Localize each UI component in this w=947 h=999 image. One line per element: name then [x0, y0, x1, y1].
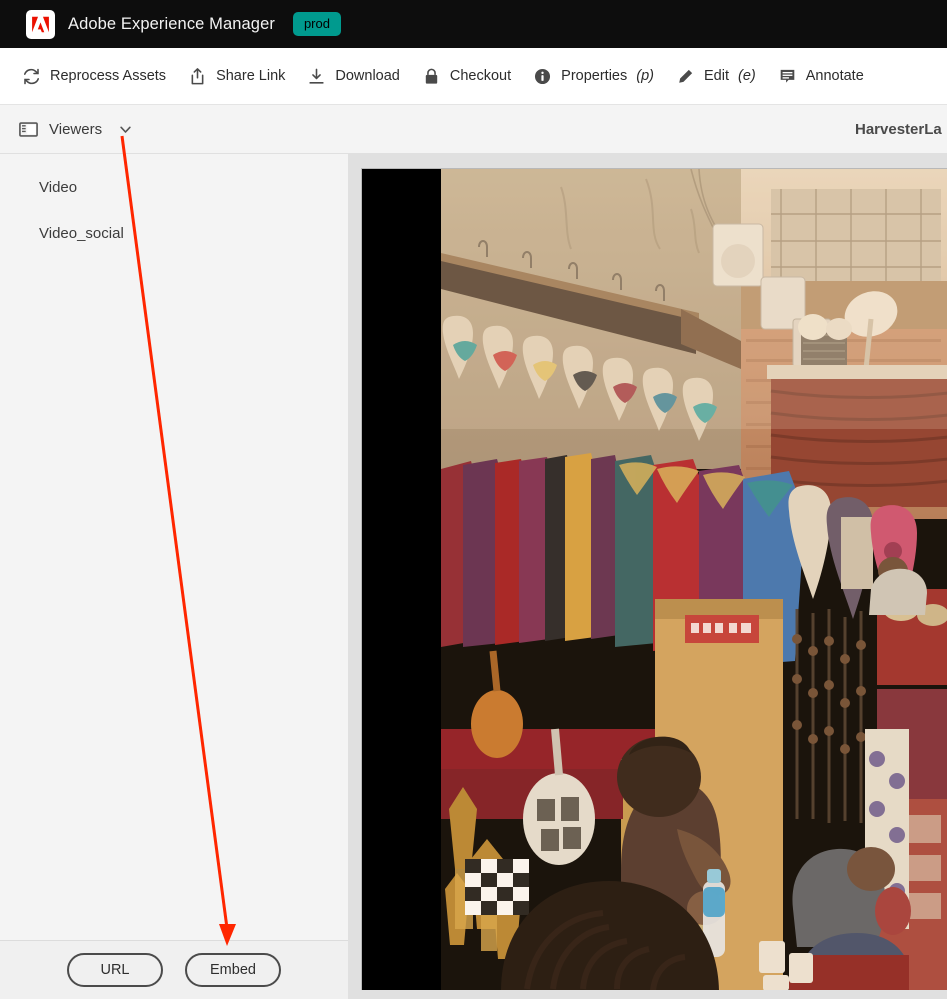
- product-title: Adobe Experience Manager: [68, 14, 275, 33]
- checkout-button[interactable]: Checkout: [411, 48, 522, 104]
- properties-button[interactable]: Properties (p): [522, 48, 665, 104]
- edit-button[interactable]: Edit (e): [665, 48, 767, 104]
- video-preview-frame[interactable]: [361, 168, 947, 990]
- viewers-dropdown[interactable]: Viewers: [18, 119, 133, 140]
- chevron-down-icon[interactable]: [118, 122, 133, 137]
- viewer-preset-panel: Video Video_social URL Embed: [0, 154, 348, 999]
- toolbar-shortcut: (e): [737, 68, 756, 84]
- share-icon: [188, 67, 207, 86]
- toolbar-label: Checkout: [449, 68, 512, 84]
- toolbar-label: Download: [335, 68, 400, 84]
- share-link-button[interactable]: Share Link: [177, 48, 296, 104]
- viewer-selector-bar: Viewers HarvesterLa: [0, 105, 947, 154]
- annotate-button[interactable]: Annotate: [767, 48, 875, 104]
- toolbar-label: Share Link: [216, 68, 286, 84]
- asset-title: HarvesterLa: [855, 121, 942, 138]
- comment-icon: [778, 67, 797, 86]
- aem-asset-viewer-page: Adobe Experience Manager prod Reprocess …: [0, 0, 947, 999]
- toolbar-label: Reprocess Assets: [50, 68, 167, 84]
- viewers-dropdown-label: Viewers: [49, 120, 103, 138]
- info-icon: [533, 67, 552, 86]
- panel-footer: URL Embed: [0, 940, 348, 999]
- top-bar: Adobe Experience Manager prod: [0, 0, 947, 48]
- embed-button[interactable]: Embed: [185, 953, 281, 987]
- letterbox-bar-left: [362, 169, 441, 990]
- adobe-logo-icon[interactable]: [26, 9, 55, 39]
- viewer-preset-list: Video Video_social: [0, 154, 348, 256]
- viewer-preset-video-social[interactable]: Video_social: [0, 210, 348, 256]
- video-preview-image: [441, 169, 947, 990]
- panel-icon: [18, 119, 39, 140]
- viewer-preset-video[interactable]: Video: [0, 164, 348, 210]
- download-button[interactable]: Download: [296, 48, 411, 104]
- toolbar-label: Edit: [703, 68, 729, 84]
- download-icon: [307, 67, 326, 86]
- toolbar-label: Properties: [561, 68, 628, 84]
- refresh-icon: [22, 67, 41, 86]
- pencil-icon: [676, 67, 695, 86]
- action-toolbar: Reprocess Assets Share Link Download Che…: [0, 48, 947, 105]
- lock-icon: [422, 67, 441, 86]
- reprocess-assets-button[interactable]: Reprocess Assets: [11, 48, 177, 104]
- environment-badge: prod: [292, 12, 341, 36]
- toolbar-shortcut: (p): [636, 68, 654, 84]
- list-item-label: Video_social: [39, 224, 124, 242]
- list-item-label: Video: [39, 178, 78, 196]
- viewer-stage: [348, 154, 947, 999]
- url-button[interactable]: URL: [67, 953, 163, 987]
- toolbar-label: Annotate: [805, 68, 864, 84]
